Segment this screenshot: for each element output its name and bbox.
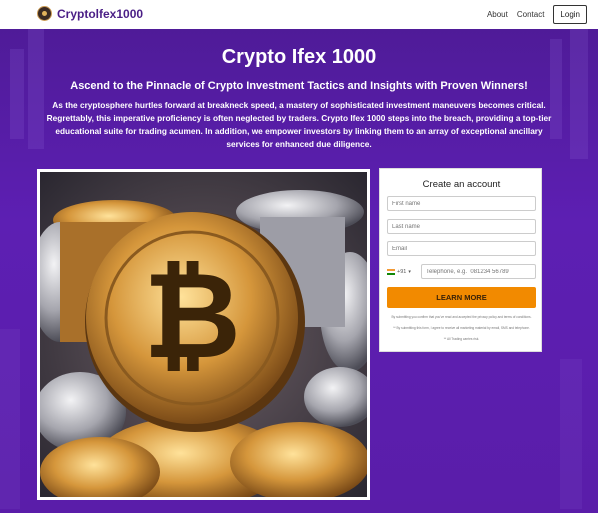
first-name-field[interactable] xyxy=(387,196,536,211)
intro-paragraph: As the cryptosphere hurtles forward at b… xyxy=(46,100,552,149)
form-title: Create an account xyxy=(422,179,501,190)
phone-field[interactable] xyxy=(421,264,536,279)
page-subtitle: Ascend to the Pinnacle of Crypto Investm… xyxy=(70,80,528,92)
email-field[interactable] xyxy=(387,241,536,256)
hero-section: Crypto Ifex 1000 Ascend to the Pinnacle … xyxy=(0,29,598,513)
login-button[interactable]: Login xyxy=(553,5,587,24)
brand-logo[interactable]: Cryptolfex1000 xyxy=(37,6,143,21)
last-name-field[interactable] xyxy=(387,219,536,234)
country-code: +91 xyxy=(397,268,407,275)
legal-privacy-text: By submitting you confirm that you've re… xyxy=(391,315,532,319)
bitcoin-coin-icon xyxy=(37,6,52,21)
nav-contact-link[interactable]: Contact xyxy=(517,10,545,19)
nav-about-link[interactable]: About xyxy=(487,10,508,19)
page-title: Crypto Ifex 1000 xyxy=(221,46,377,68)
brand-name: Cryptolfex1000 xyxy=(57,6,144,21)
site-header: Cryptolfex1000 About Contact Login xyxy=(0,0,598,29)
legal-risk-text: ** All Trading carries risk. xyxy=(443,337,480,341)
legal-marketing-text: ** By submitting this form, I agree to r… xyxy=(393,326,530,330)
india-flag-icon xyxy=(387,268,395,275)
country-code-select[interactable]: +91 ▾ xyxy=(387,264,421,279)
learn-more-button[interactable]: LEARN MORE xyxy=(387,287,536,308)
svg-text:₿: ₿ xyxy=(143,247,241,386)
top-nav: About Contact Login xyxy=(487,5,587,24)
caret-down-icon: ▾ xyxy=(408,268,411,275)
signup-form: Create an account +91 ▾ LEARN MORE By su… xyxy=(379,168,542,352)
bitcoin-coins-image: ₿ xyxy=(37,169,370,500)
